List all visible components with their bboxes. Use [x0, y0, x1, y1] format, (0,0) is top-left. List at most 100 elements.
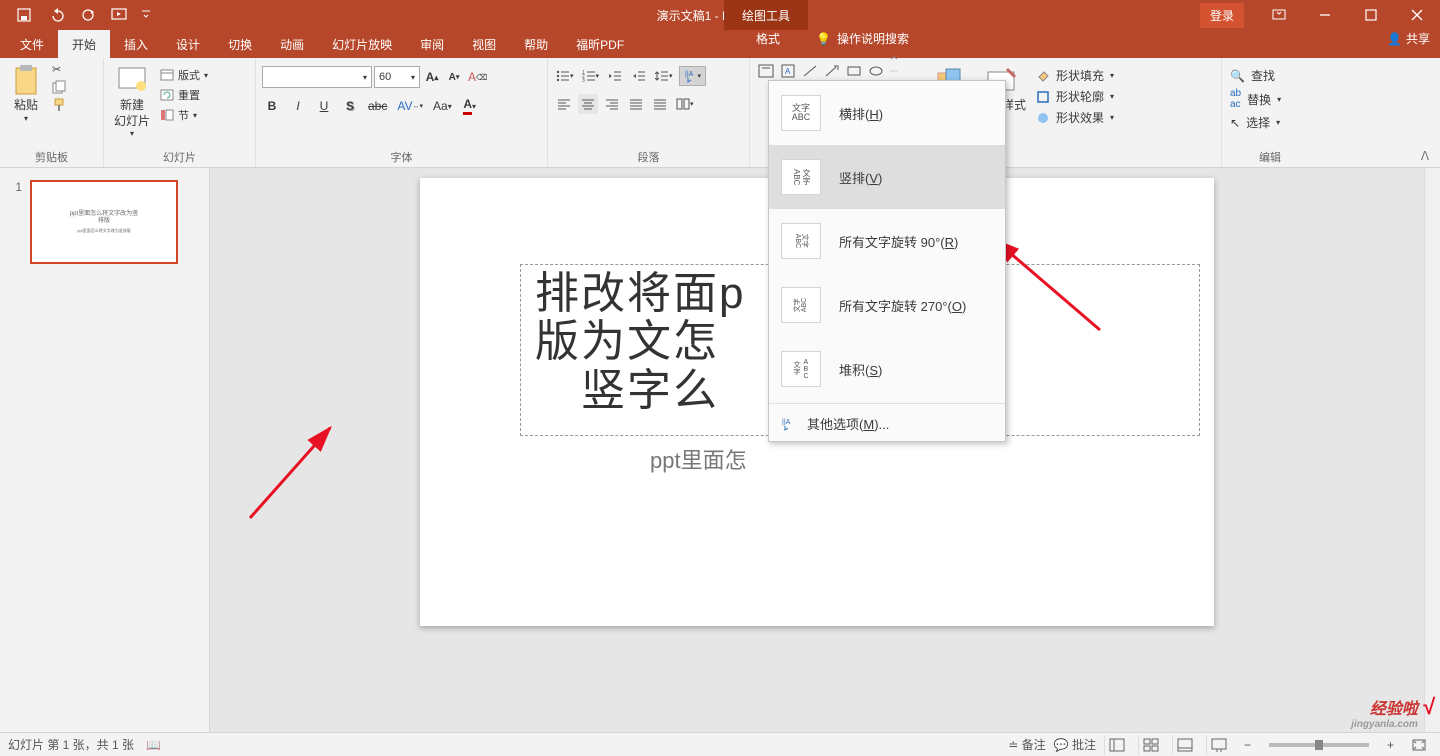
copy-button[interactable] — [50, 79, 68, 95]
slide-thumbnail-preview[interactable]: ppt里面怎么将文字改为竖 排版 ppt里面怎么将文字改为竖排版 — [30, 180, 178, 264]
svg-text:3: 3 — [582, 78, 585, 82]
arrow-shape-icon[interactable] — [822, 62, 842, 80]
text-direction-horizontal[interactable]: 文字ABC 横排(H) — [769, 81, 1005, 145]
justify-button[interactable] — [626, 94, 646, 114]
cut-button[interactable]: ✂ — [50, 62, 68, 77]
align-center-button[interactable] — [578, 94, 598, 114]
vertical-textbox-icon[interactable]: A — [778, 62, 798, 80]
spellcheck-icon[interactable]: 📖 — [146, 738, 161, 752]
save-icon[interactable] — [10, 1, 38, 29]
section-button[interactable]: 节▾ — [158, 106, 210, 124]
shadow-button[interactable]: S — [340, 96, 360, 116]
redo-icon[interactable] — [74, 1, 102, 29]
fill-icon — [1036, 69, 1050, 83]
shapes-gallery[interactable]: A — [756, 62, 926, 80]
bullets-button[interactable]: ▾ — [554, 66, 576, 86]
fit-to-window-icon[interactable] — [1406, 735, 1432, 755]
collapse-ribbon-icon[interactable]: ᐱ — [1416, 149, 1434, 163]
slideshow-view-icon[interactable] — [1206, 735, 1232, 755]
text-direction-rotate-90[interactable]: 文字ABC 所有文字旋转 90°(R) — [769, 209, 1005, 273]
decrease-font-icon[interactable]: A▾ — [444, 67, 464, 87]
clear-format-icon[interactable]: A⌫ — [466, 67, 489, 87]
change-case-button[interactable]: Aa▾ — [431, 96, 454, 116]
shape-fill-button[interactable]: 形状填充▾ — [1034, 66, 1144, 85]
login-button[interactable]: 登录 — [1200, 3, 1244, 28]
font-size-input[interactable]: 60▾ — [374, 66, 420, 88]
bold-button[interactable]: B — [262, 96, 282, 116]
notes-button[interactable]: ≐ 备注 — [1008, 736, 1045, 753]
tab-transitions[interactable]: 切换 — [214, 30, 266, 58]
align-right-button[interactable] — [602, 94, 622, 114]
text-direction-rotate-270[interactable]: 文字ABC 所有文字旋转 270°(O) — [769, 273, 1005, 337]
slide-sorter-view-icon[interactable] — [1138, 735, 1164, 755]
slide-thumbnail-1[interactable]: 1 ppt里面怎么将文字改为竖 排版 ppt里面怎么将文字改为竖排版 — [8, 180, 201, 264]
menu-bar: 文件 开始 插入 设计 切换 动画 幻灯片放映 审阅 视图 帮助 福昕PDF 格… — [0, 30, 1440, 58]
select-button[interactable]: ↖选择▾ — [1228, 113, 1283, 132]
maximize-button[interactable] — [1348, 0, 1394, 30]
columns-button[interactable]: ▾ — [674, 94, 696, 114]
tab-review[interactable]: 审阅 — [406, 30, 458, 58]
replace-button[interactable]: abac替换▾ — [1228, 87, 1283, 111]
text-direction-more-options[interactable]: ||A 其他选项(M)... — [769, 406, 1005, 441]
zoom-slider-thumb[interactable] — [1315, 740, 1323, 750]
comments-button[interactable]: 💬 批注 — [1054, 736, 1096, 753]
normal-view-icon[interactable] — [1104, 735, 1130, 755]
underline-button[interactable]: U — [314, 96, 334, 116]
stacked-thumb-icon: 文字ABC — [781, 351, 821, 387]
tab-format[interactable]: 格式 — [742, 30, 794, 47]
decrease-indent-button[interactable] — [605, 66, 625, 86]
font-color-button[interactable]: A▾ — [460, 96, 480, 116]
numbering-button[interactable]: 123▾ — [580, 66, 602, 86]
tab-design[interactable]: 设计 — [162, 30, 214, 58]
zoom-out-button[interactable]: − — [1240, 738, 1255, 752]
zoom-slider[interactable] — [1269, 743, 1369, 747]
slideshow-start-icon[interactable] — [106, 1, 134, 29]
text-direction-vertical[interactable]: ABC文字 竖排(V) — [769, 145, 1005, 209]
minimize-button[interactable] — [1302, 0, 1348, 30]
tab-home[interactable]: 开始 — [58, 30, 110, 58]
vertical-scrollbar[interactable] — [1424, 168, 1440, 732]
undo-icon[interactable] — [42, 1, 70, 29]
textbox-shape-icon[interactable] — [756, 62, 776, 80]
tab-insert[interactable]: 插入 — [110, 30, 162, 58]
text-direction-stacked[interactable]: 文字ABC 堆积(S) — [769, 337, 1005, 401]
distribute-button[interactable] — [650, 94, 670, 114]
slide-thumbnail-panel[interactable]: 1 ppt里面怎么将文字改为竖 排版 ppt里面怎么将文字改为竖排版 — [0, 168, 210, 732]
increase-font-icon[interactable]: A▴ — [422, 67, 442, 87]
new-slide-button[interactable]: 新建 幻灯片 ▾ — [110, 62, 154, 142]
oval-shape-icon[interactable] — [866, 62, 886, 80]
tell-me-search[interactable]: 💡 操作说明搜索 — [806, 30, 919, 47]
rectangle-shape-icon[interactable] — [844, 62, 864, 80]
shape-effects-button[interactable]: 形状效果▾ — [1034, 108, 1144, 127]
tab-animations[interactable]: 动画 — [266, 30, 318, 58]
layout-button[interactable]: 版式▾ — [158, 66, 210, 84]
find-button[interactable]: 🔍查找 — [1228, 66, 1283, 85]
line-shape-icon[interactable] — [800, 62, 820, 80]
qat-customize-icon[interactable] — [138, 1, 154, 29]
paste-button[interactable]: 粘贴 ▾ — [6, 62, 46, 126]
zoom-in-button[interactable]: + — [1383, 738, 1398, 752]
font-name-input[interactable]: ▾ — [262, 66, 372, 88]
strikethrough-button[interactable]: abc — [366, 96, 389, 116]
align-left-button[interactable] — [554, 94, 574, 114]
tab-help[interactable]: 帮助 — [510, 30, 562, 58]
shape-outline-button[interactable]: 形状轮廓▾ — [1034, 87, 1144, 106]
tab-file[interactable]: 文件 — [6, 30, 58, 58]
ribbon-display-options-icon[interactable] — [1256, 0, 1302, 30]
increase-indent-button[interactable] — [629, 66, 649, 86]
line-spacing-button[interactable]: ▾ — [653, 66, 675, 86]
text-direction-button[interactable]: ||A▾ — [679, 66, 707, 86]
gallery-more-icon[interactable] — [888, 62, 900, 80]
share-button[interactable]: 👤 共享 — [1387, 30, 1430, 47]
char-spacing-button[interactable]: AV↔▾ — [395, 96, 425, 116]
reading-view-icon[interactable] — [1172, 735, 1198, 755]
tab-foxit-pdf[interactable]: 福昕PDF — [562, 30, 638, 58]
subtitle-textbox[interactable]: ppt里面怎 — [650, 443, 747, 475]
tab-view[interactable]: 视图 — [458, 30, 510, 58]
format-painter-button[interactable] — [50, 97, 68, 113]
ribbon: 粘贴 ▾ ✂ 剪贴板 新建 幻灯片 ▾ 版式▾ 重置 节▾ 幻灯片 — [0, 58, 1440, 168]
close-button[interactable] — [1394, 0, 1440, 30]
italic-button[interactable]: I — [288, 96, 308, 116]
tab-slideshow[interactable]: 幻灯片放映 — [318, 30, 406, 58]
reset-button[interactable]: 重置 — [158, 86, 210, 104]
